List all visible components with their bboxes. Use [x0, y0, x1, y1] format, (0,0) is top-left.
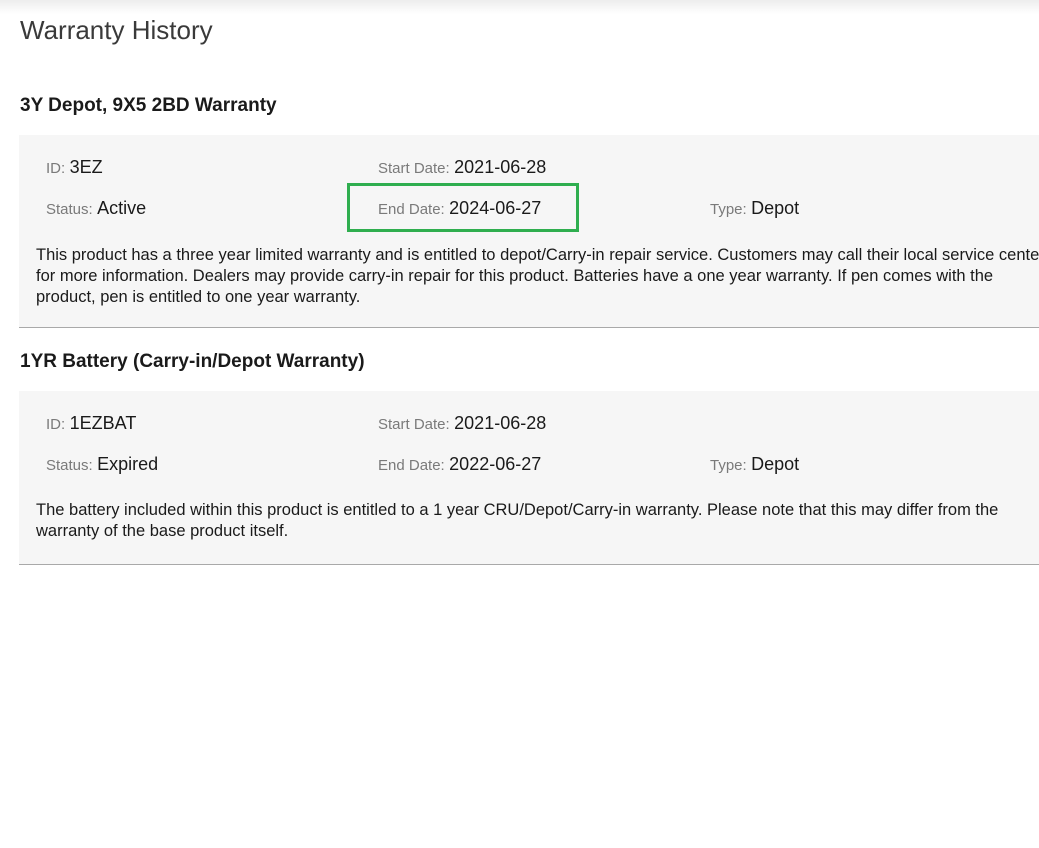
status-label: Status:: [46, 201, 93, 218]
start-date-label: Start Date:: [378, 416, 450, 433]
warranty-title: 3Y Depot, 9X5 2BD Warranty: [20, 95, 277, 116]
start-date-value: 2021-06-28: [454, 157, 547, 177]
status-value: Expired: [97, 454, 159, 474]
end-date-highlight-box: [347, 183, 579, 232]
warranty-type: Type: Depot: [710, 453, 799, 477]
warranty-status: Status: Active: [46, 197, 146, 221]
warranty-start-date: Start Date: 2021-06-28: [378, 156, 546, 180]
header-shadow: [0, 0, 1039, 14]
warranty-type: Type: Depot: [710, 197, 799, 221]
warranty-start-date: Start Date: 2021-06-28: [378, 412, 546, 436]
type-value: Depot: [751, 198, 800, 218]
warranty-end-date: End Date: 2022-06-27: [378, 453, 541, 477]
warranty-id: ID: 3EZ: [46, 156, 103, 180]
warranty-title: 1YR Battery (Carry-in/Depot Warranty): [20, 351, 365, 372]
type-label: Type:: [710, 457, 747, 474]
id-value: 3EZ: [69, 157, 103, 177]
type-value: Depot: [751, 454, 800, 474]
warranty-description: The battery included within this product…: [36, 501, 999, 540]
id-label: ID:: [46, 416, 66, 433]
warranty-details-panel: ID: 1EZBAT Start Date: 2021-06-28 Status…: [19, 391, 1039, 565]
status-value: Active: [97, 198, 147, 218]
id-label: ID:: [46, 160, 66, 177]
warranty-id: ID: 1EZBAT: [46, 412, 136, 436]
type-label: Type:: [710, 201, 747, 218]
warranty-description: This product has a three year limited wa…: [36, 246, 1039, 306]
end-date-label: End Date:: [378, 457, 445, 474]
end-date-value: 2022-06-27: [449, 454, 542, 474]
id-value: 1EZBAT: [69, 413, 137, 433]
warranty-status: Status: Expired: [46, 453, 158, 477]
start-date-value: 2021-06-28: [454, 413, 547, 433]
status-label: Status:: [46, 457, 93, 474]
page-title: Warranty History: [20, 15, 213, 45]
start-date-label: Start Date:: [378, 160, 450, 177]
